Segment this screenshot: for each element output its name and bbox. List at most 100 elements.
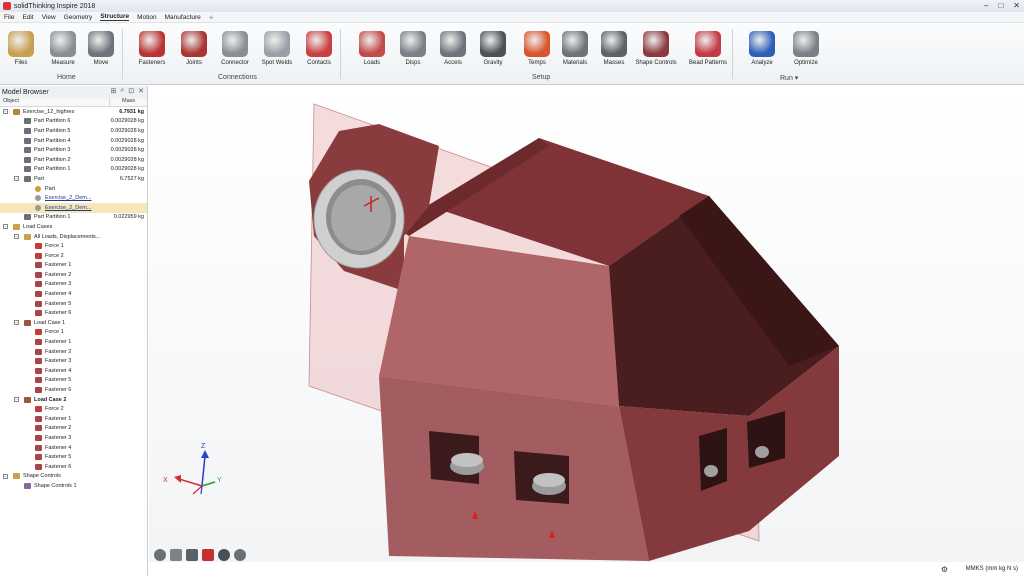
- tree-row[interactable]: − Load Case 1: [0, 318, 147, 328]
- tree-row[interactable]: Fastener 6: [0, 308, 147, 318]
- tree-row[interactable]: Part: [0, 184, 147, 194]
- close-button[interactable]: ✕: [1013, 1, 1020, 10]
- search-icon[interactable]: ⌕: [120, 87, 124, 95]
- tree-row[interactable]: Force 1: [0, 328, 147, 338]
- tree-item-label: Force 1: [45, 243, 64, 250]
- collapse-toggle-icon[interactable]: −: [14, 397, 19, 403]
- analyze-button[interactable]: Analyze: [737, 31, 787, 75]
- move-button[interactable]: Move: [76, 31, 126, 75]
- menu-view[interactable]: View: [42, 14, 56, 21]
- fastener-icon: [35, 367, 42, 374]
- bead-patterns-button[interactable]: Bead Patterns: [683, 31, 733, 75]
- tree-row[interactable]: Part Partition 6 0.0029028 kg: [0, 117, 147, 127]
- shaded-icon[interactable]: [186, 549, 198, 561]
- render-icon[interactable]: [202, 549, 214, 561]
- tree-item-label: Shape Controls 1: [34, 482, 77, 489]
- ribbon-button-label: Loads: [363, 60, 381, 66]
- tree-item-label: Fastener 2: [45, 425, 72, 432]
- tree-row[interactable]: Fastener 3: [0, 433, 147, 443]
- tree-row[interactable]: Fastener 5: [0, 299, 147, 309]
- tree-row[interactable]: − Load Case 2: [0, 395, 147, 405]
- tree-row[interactable]: − Shape Controls: [0, 472, 147, 482]
- ribbon-button-label: Measure: [51, 60, 75, 66]
- tree-row[interactable]: Fastener 4: [0, 289, 147, 299]
- units-settings-icon[interactable]: ⚙: [941, 565, 948, 574]
- tree-row[interactable]: Part Partition 1 0.022959 kg: [0, 213, 147, 223]
- 3d-viewport[interactable]: Z X Y: [149, 86, 1024, 562]
- tree-row[interactable]: Fastener 2: [0, 347, 147, 357]
- maximize-button[interactable]: □: [998, 1, 1003, 10]
- tree-row[interactable]: Fastener 4: [0, 443, 147, 453]
- tree-row[interactable]: Force 2: [0, 404, 147, 414]
- fastener-icon: [35, 415, 42, 422]
- tree-row[interactable]: Force 2: [0, 251, 147, 261]
- tree-row[interactable]: Fastener 3: [0, 356, 147, 366]
- menu-motion[interactable]: Motion: [137, 14, 157, 21]
- tree-row[interactable]: Part Partition 5 0.0029028 kg: [0, 126, 147, 136]
- folder-icon: [13, 223, 20, 230]
- tree-row[interactable]: Exercise_2_Dem...: [0, 193, 147, 203]
- tree-row[interactable]: Fastener 6: [0, 385, 147, 395]
- tree-row[interactable]: − Exercise_12_highres 6.7931 kg: [0, 107, 147, 117]
- column-object[interactable]: Object: [0, 98, 109, 106]
- tree-row[interactable]: − Load Cases: [0, 222, 147, 232]
- model-canvas[interactable]: Z X Y: [149, 86, 1024, 562]
- section-icon[interactable]: [170, 549, 182, 561]
- tree-row[interactable]: Fastener 1: [0, 337, 147, 347]
- tree-row[interactable]: Part Partition 4 0.0029028 kg: [0, 136, 147, 146]
- units-label[interactable]: MMKS (mm kg N s): [966, 566, 1018, 572]
- tree-row[interactable]: Fastener 1: [0, 261, 147, 271]
- pin-icon[interactable]: ⊞: [110, 87, 116, 95]
- shape-controls-button[interactable]: Shape Controls: [631, 31, 681, 75]
- tree-item-mass: 0.0029028 kg: [110, 147, 144, 154]
- column-mass[interactable]: Mass: [109, 98, 147, 106]
- force-icon: [35, 406, 42, 413]
- contacts-button[interactable]: Contacts: [294, 31, 344, 75]
- tree-row[interactable]: Exercise_2_Dem...: [0, 202, 147, 213]
- ribbon-button-label: Files: [14, 60, 28, 66]
- tree-row[interactable]: Fastener 5: [0, 376, 147, 386]
- menu-file[interactable]: File: [4, 14, 14, 21]
- collapse-toggle-icon[interactable]: −: [3, 109, 8, 115]
- tree-item-label: Load Cases: [23, 223, 53, 230]
- expand-icon[interactable]: ⊡: [128, 87, 134, 95]
- collapse-toggle-icon[interactable]: −: [3, 224, 8, 230]
- tree-row[interactable]: Force 1: [0, 241, 147, 251]
- tree-row[interactable]: Fastener 5: [0, 452, 147, 462]
- collapse-toggle-icon[interactable]: −: [14, 234, 19, 240]
- tree-row[interactable]: Fastener 2: [0, 270, 147, 280]
- tree-row[interactable]: Part Partition 3 0.0029028 kg: [0, 145, 147, 155]
- tree-row[interactable]: Part Partition 1 0.0029028 kg: [0, 165, 147, 175]
- close-panel-icon[interactable]: ✕: [138, 87, 144, 95]
- tree-item-mass: 6.7527 kg: [119, 175, 144, 182]
- rotate-icon[interactable]: [234, 549, 246, 561]
- tree-row[interactable]: Fastener 2: [0, 424, 147, 434]
- tree-row[interactable]: Part Partition 2 0.0029028 kg: [0, 155, 147, 165]
- tree-item-mass: 0.0029028 kg: [110, 156, 144, 163]
- masses-icon: [601, 31, 627, 57]
- view-cube-icon[interactable]: [154, 549, 166, 561]
- collapse-toggle-icon[interactable]: −: [14, 320, 19, 326]
- tree-row[interactable]: − All Loads, Displacements...: [0, 232, 147, 242]
- tree-row[interactable]: Fastener 3: [0, 280, 147, 290]
- tree-item-label: Fastener 6: [45, 310, 72, 317]
- optimize-button[interactable]: Optimize: [781, 31, 831, 75]
- tree-row[interactable]: Fastener 4: [0, 366, 147, 376]
- tree-item-mass: 0.0029028 kg: [110, 118, 144, 125]
- tree-row[interactable]: − Part 6.7527 kg: [0, 174, 147, 184]
- fastener-icon: [35, 444, 42, 451]
- gravity-button[interactable]: Gravity: [468, 31, 518, 75]
- menu-geometry[interactable]: Geometry: [64, 14, 93, 21]
- zoom-icon[interactable]: [218, 549, 230, 561]
- group-run-label[interactable]: Run ▾: [780, 74, 798, 82]
- collapse-toggle-icon[interactable]: −: [3, 473, 8, 479]
- collapse-toggle-icon[interactable]: −: [14, 176, 19, 182]
- menu-manufacture[interactable]: Manufacture: [165, 14, 201, 21]
- menu-structure[interactable]: Structure: [100, 13, 130, 21]
- tree-row[interactable]: Fastener 1: [0, 414, 147, 424]
- tree-row[interactable]: Shape Controls 1: [0, 481, 147, 491]
- add-ribbon-icon[interactable]: +: [209, 13, 214, 22]
- tree-row[interactable]: Fastener 6: [0, 462, 147, 472]
- menu-edit[interactable]: Edit: [22, 14, 33, 21]
- minimize-button[interactable]: –: [984, 1, 988, 10]
